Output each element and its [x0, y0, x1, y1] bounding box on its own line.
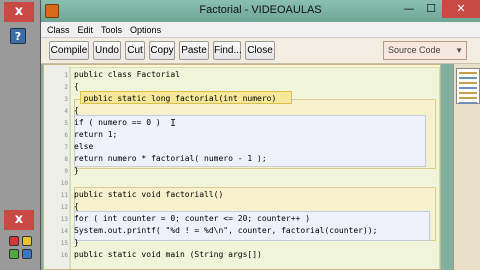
code-line: { — [74, 106, 79, 115]
line-number: 3 — [64, 96, 68, 103]
code-thumbnail[interactable] — [456, 68, 480, 104]
line-number: 4 — [64, 108, 68, 115]
yellow-tool-icon[interactable] — [22, 236, 32, 246]
left-app-strip: x ? x — [0, 0, 40, 270]
paste-button[interactable]: Paste — [179, 41, 209, 60]
line-number: 16 — [60, 252, 68, 259]
green-tool-icon[interactable] — [9, 249, 19, 259]
code-line: public static void factoriall() — [74, 190, 224, 199]
blue-tool-icon[interactable] — [22, 249, 32, 259]
compile-button[interactable]: Compile — [49, 41, 89, 60]
line-number: 2 — [64, 84, 68, 91]
code-line: for ( int counter = 0; counter <= 20; co… — [74, 214, 311, 223]
cut-button[interactable]: Cut — [125, 41, 145, 60]
menu-bar: Class Edit Tools Options — [41, 22, 480, 38]
editor-window: Factorial - VIDEOAULAS — ☐ ✕ Class Edit … — [40, 0, 480, 270]
line-number: 1 — [64, 72, 68, 79]
code-line: System.out.printf( "%d ! = %d\n", counte… — [74, 226, 378, 235]
line-number: 10 — [60, 180, 68, 187]
code-line: public class Factorial — [74, 70, 180, 79]
left-close-icon[interactable]: x — [4, 2, 34, 22]
line-number-gutter: 1 2 3 4 5 6 7 8 9 10 11 12 13 14 15 16 — [44, 65, 70, 269]
menu-class[interactable]: Class — [47, 25, 70, 35]
undo-button[interactable]: Undo — [93, 41, 121, 60]
code-line: else — [74, 142, 94, 151]
red-tool-icon[interactable] — [9, 236, 19, 246]
title-bar[interactable]: Factorial - VIDEOAULAS — ☐ ✕ — [41, 0, 480, 22]
line-number: 9 — [64, 168, 68, 175]
view-select[interactable]: Source Code ▼ — [383, 41, 467, 60]
chevron-down-icon: ▼ — [455, 46, 463, 55]
view-select-value: Source Code — [388, 45, 441, 55]
code-line: } — [74, 166, 79, 175]
left-close-icon-bottom[interactable]: x — [4, 210, 34, 230]
line-number: 13 — [60, 216, 68, 223]
code-editor[interactable]: 1 2 3 4 5 6 7 8 9 10 11 12 13 14 15 16 p… — [43, 64, 441, 270]
line-number: 11 — [60, 192, 68, 199]
code-line: public static long factorial(int numero) — [74, 94, 277, 103]
code-line: return 1; — [74, 130, 118, 139]
class-overview-panel — [453, 64, 480, 270]
left-tool-icons — [9, 236, 32, 259]
code-line: if ( numero == 0 ) — [74, 118, 161, 127]
line-number: 7 — [64, 144, 68, 151]
text-cursor-icon: I — [170, 118, 177, 129]
code-line: return numero * factorial( numero - 1 ); — [74, 154, 267, 163]
menu-options[interactable]: Options — [130, 25, 161, 35]
toolbar: Compile Undo Cut Copy Paste Find... Clos… — [41, 38, 480, 64]
line-number: 15 — [60, 240, 68, 247]
line-number: 14 — [60, 228, 68, 235]
code-line: } — [74, 238, 79, 247]
help-icon[interactable]: ? — [10, 28, 26, 44]
code-line: { — [74, 202, 79, 211]
copy-button[interactable]: Copy — [149, 41, 175, 60]
code-line: public static void main (String args[]) — [74, 250, 262, 259]
line-number: 6 — [64, 132, 68, 139]
menu-tools[interactable]: Tools — [101, 25, 122, 35]
line-number: 5 — [64, 120, 68, 127]
minimize-button[interactable]: — — [398, 0, 420, 18]
maximize-button[interactable]: ☐ — [420, 0, 442, 18]
line-number: 12 — [60, 204, 68, 211]
code-line: { — [74, 82, 79, 91]
close-button[interactable]: Close — [245, 41, 275, 60]
close-window-button[interactable]: ✕ — [442, 0, 480, 18]
find-button[interactable]: Find... — [213, 41, 242, 60]
menu-edit[interactable]: Edit — [78, 25, 94, 35]
line-number: 8 — [64, 156, 68, 163]
window-controls: — ☐ ✕ — [398, 0, 480, 18]
